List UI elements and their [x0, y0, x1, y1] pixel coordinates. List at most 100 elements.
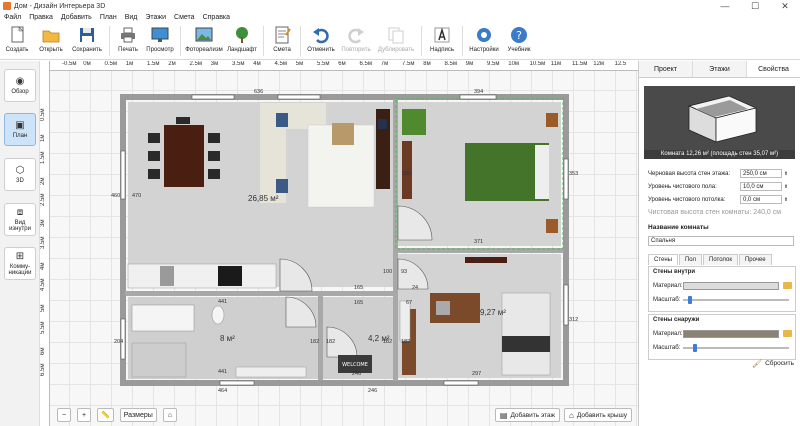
- maximize-button[interactable]: ☐: [740, 0, 770, 12]
- nightstand[interactable]: [546, 113, 558, 127]
- room-name-input[interactable]: Спальня: [648, 236, 794, 246]
- stove[interactable]: [218, 266, 242, 286]
- print-button[interactable]: Печать: [113, 23, 143, 59]
- floor-plan[interactable]: WELCOME 26,85 м² 8 м² 4,2 м² 9,27 м² 636…: [40, 61, 638, 426]
- window[interactable]: [191, 94, 235, 100]
- redo-button[interactable]: Повторить: [338, 23, 374, 59]
- sidebar-item-inside-view[interactable]: ⧈ Вид изнутри: [4, 203, 36, 236]
- window[interactable]: [219, 380, 255, 386]
- menu-edit[interactable]: Правка: [25, 14, 57, 21]
- label-button[interactable]: Надпись: [425, 23, 459, 59]
- subtab-floor[interactable]: Пол: [678, 254, 703, 265]
- plan-canvas[interactable]: -0.5м 0м 0.5м 1м 1.5м 2м 2.5м 3м 3.5м 4м 4.5м 5м 5.5…: [40, 61, 638, 426]
- sizes-button[interactable]: Размеры: [119, 408, 157, 422]
- duplicate-button[interactable]: Дублировать: [374, 23, 418, 59]
- save-button[interactable]: Сохранить: [68, 23, 106, 59]
- subtab-walls[interactable]: Стены: [648, 254, 678, 265]
- chair[interactable]: [208, 151, 220, 161]
- folder-icon[interactable]: [783, 330, 792, 337]
- folder-icon[interactable]: [783, 282, 792, 289]
- add-roof-button[interactable]: ⌂ Добавить крышу: [564, 408, 632, 422]
- coffee-table[interactable]: [332, 123, 354, 145]
- create-button[interactable]: Создать: [0, 23, 34, 59]
- undo-button[interactable]: Отменить: [304, 23, 338, 59]
- sidebar-item-utilities[interactable]: ⊞ Комму-никации: [4, 247, 36, 280]
- outer-material-swatch[interactable]: [683, 329, 779, 338]
- shelf[interactable]: [465, 257, 507, 263]
- nightstand[interactable]: [546, 219, 558, 233]
- window[interactable]: [563, 284, 569, 326]
- wardrobe[interactable]: [402, 141, 412, 199]
- chair[interactable]: [208, 169, 220, 179]
- chair[interactable]: [176, 117, 190, 124]
- menu-view[interactable]: Вид: [121, 14, 142, 21]
- office-chair[interactable]: [436, 301, 450, 315]
- window[interactable]: [459, 94, 497, 100]
- menu-add[interactable]: Добавить: [57, 14, 96, 21]
- window[interactable]: [563, 158, 569, 200]
- slider-knob[interactable]: [688, 295, 693, 304]
- close-button[interactable]: ✕: [770, 0, 800, 12]
- kitchen-counter[interactable]: [127, 263, 277, 289]
- zoom-in-button[interactable]: +: [77, 408, 91, 422]
- landscape-button[interactable]: Ландшафт: [224, 23, 260, 59]
- chair[interactable]: [148, 151, 160, 161]
- washbasin[interactable]: [399, 300, 411, 342]
- slider-knob[interactable]: [693, 343, 698, 352]
- zoom-out-button[interactable]: −: [57, 408, 71, 422]
- toilet[interactable]: [211, 305, 225, 325]
- sofa-bed-stripe[interactable]: [502, 336, 550, 352]
- armchair[interactable]: [276, 113, 288, 127]
- sink[interactable]: [160, 266, 174, 286]
- armchair[interactable]: [378, 119, 387, 129]
- menu-help[interactable]: Справка: [199, 14, 234, 21]
- home-button[interactable]: ⌂: [162, 408, 177, 422]
- shower-area[interactable]: [131, 342, 187, 378]
- spinner-icon[interactable]: ⬍: [782, 197, 790, 203]
- dining-table[interactable]: [164, 125, 204, 187]
- floor-level-input[interactable]: 10,0 см: [740, 182, 782, 191]
- sofa-bed[interactable]: [501, 292, 551, 376]
- window[interactable]: [277, 94, 321, 100]
- spinner-icon[interactable]: ⬍: [782, 171, 790, 177]
- chair[interactable]: [148, 133, 160, 143]
- estimate-button[interactable]: Смета: [267, 23, 297, 59]
- wall-height-input[interactable]: 250,0 см: [740, 169, 782, 178]
- inner-material-swatch[interactable]: [683, 281, 779, 290]
- open-button[interactable]: Открыть: [34, 23, 68, 59]
- bath-cabinet[interactable]: [235, 366, 307, 378]
- subtab-ceiling[interactable]: Потолок: [703, 254, 738, 265]
- add-floor-button[interactable]: ▤ Добавить этаж: [494, 408, 561, 422]
- menu-floors[interactable]: Этажи: [141, 14, 170, 21]
- plant[interactable]: [402, 109, 426, 135]
- reset-button[interactable]: 🖌 Сбросить: [752, 359, 794, 368]
- bathtub[interactable]: [131, 304, 195, 332]
- sidebar-item-overview[interactable]: ◉ Обзор: [4, 69, 36, 102]
- window[interactable]: [120, 150, 126, 200]
- minimize-button[interactable]: —: [710, 0, 740, 12]
- tab-properties[interactable]: Свойства: [747, 61, 800, 77]
- chair[interactable]: [208, 133, 220, 143]
- bed-pillows[interactable]: [535, 145, 549, 199]
- inner-scale-slider[interactable]: [683, 295, 789, 304]
- armchair[interactable]: [276, 179, 288, 193]
- menu-estimate[interactable]: Смета: [170, 14, 199, 21]
- menu-plan[interactable]: План: [96, 14, 121, 21]
- window[interactable]: [443, 380, 479, 386]
- inner-wall-bath[interactable]: [318, 294, 323, 380]
- photorealism-button[interactable]: Фотореализм: [184, 23, 224, 59]
- settings-button[interactable]: Настройки: [466, 23, 502, 59]
- ruler-button[interactable]: 📏: [97, 408, 114, 422]
- chair[interactable]: [148, 169, 160, 179]
- subtab-other[interactable]: Прочее: [738, 254, 772, 265]
- inner-wall-horizontal[interactable]: [125, 291, 395, 296]
- tutorial-button[interactable]: ? Учебник: [502, 23, 536, 59]
- sidebar-item-3d[interactable]: ⬡ 3D: [4, 158, 36, 191]
- tab-floors[interactable]: Этажи: [693, 61, 747, 77]
- spinner-icon[interactable]: ⬍: [782, 184, 790, 190]
- outer-scale-slider[interactable]: [683, 343, 789, 352]
- sidebar-item-plan[interactable]: ▣ План: [4, 113, 36, 146]
- preview-button[interactable]: Просмотр: [143, 23, 177, 59]
- ceiling-level-input[interactable]: 0,0 см: [740, 195, 782, 204]
- menu-file[interactable]: Файл: [0, 14, 25, 21]
